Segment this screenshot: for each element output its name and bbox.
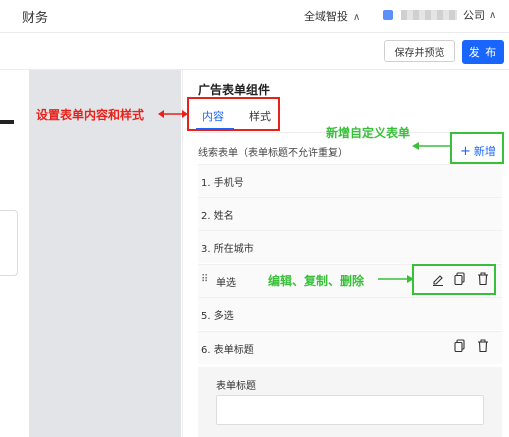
app-title: 财务 — [22, 11, 49, 26]
annotation-add-text: 新增自定义表单 — [326, 126, 411, 140]
annotation-tabs-box — [187, 97, 280, 131]
account-name-redacted — [401, 10, 457, 20]
field-label: 单选 — [216, 278, 236, 289]
form-field-row[interactable]: 2. 姓名 — [198, 197, 502, 230]
chevron-up-icon: ∧ — [489, 9, 497, 21]
annotation-arrow-red — [158, 110, 188, 118]
delete-icon[interactable] — [477, 339, 489, 353]
preview-divider — [0, 120, 14, 124]
field-label: 6. 表单标题 — [201, 345, 254, 356]
field-label: 3. 所在城市 — [201, 244, 254, 255]
field-title-input[interactable] — [216, 395, 484, 425]
action-bar: 保存并预览 发 布 — [0, 33, 509, 70]
account-menu[interactable]: 公司 ∧ — [383, 6, 496, 24]
drag-handle-icon[interactable]: ⠿ — [201, 274, 208, 285]
region-label: 全域智投 — [304, 10, 348, 23]
panel-title: 广告表单组件 — [198, 83, 271, 97]
save-preview-button[interactable]: 保存并预览 — [384, 40, 455, 62]
annotation-actions-text: 编辑、复制、删除 — [268, 274, 365, 288]
top-bar: 财务 全域智投 ∧ 公司 ∧ — [0, 0, 509, 33]
user-icon — [383, 10, 393, 20]
annotation-arrow-green — [412, 142, 452, 150]
annotation-tabs-text: 设置表单内容和样式 — [36, 108, 145, 122]
editor-canvas — [0, 70, 181, 437]
form-field-row[interactable]: 1. 手机号 — [198, 164, 502, 197]
form-preview[interactable] — [0, 70, 29, 437]
field-title-label: 表单标题 — [216, 381, 256, 392]
leads-form-label: 线索表单（表单标题不允许重复） — [198, 148, 348, 159]
form-field-row[interactable]: 5. 多选 — [198, 297, 502, 330]
form-field-row[interactable]: 6. 表单标题 — [198, 331, 502, 364]
field-label: 2. 姓名 — [201, 211, 234, 222]
preview-field — [0, 210, 18, 276]
annotation-actions-box — [412, 264, 496, 295]
annotation-arrow-green-2 — [378, 275, 414, 283]
publish-button[interactable]: 发 布 — [462, 40, 504, 64]
copy-icon[interactable] — [454, 339, 466, 353]
region-selector[interactable]: 全域智投 ∧ — [304, 8, 360, 24]
field-label: 1. 手机号 — [201, 178, 244, 189]
chevron-up-icon: ∧ — [353, 12, 361, 23]
field-settings: 表单标题 — [198, 367, 502, 437]
company-label: 公司 — [463, 9, 485, 22]
field-label: 5. 多选 — [201, 311, 234, 322]
form-field-row[interactable]: 3. 所在城市 — [198, 230, 502, 263]
annotation-add-box — [450, 132, 504, 164]
